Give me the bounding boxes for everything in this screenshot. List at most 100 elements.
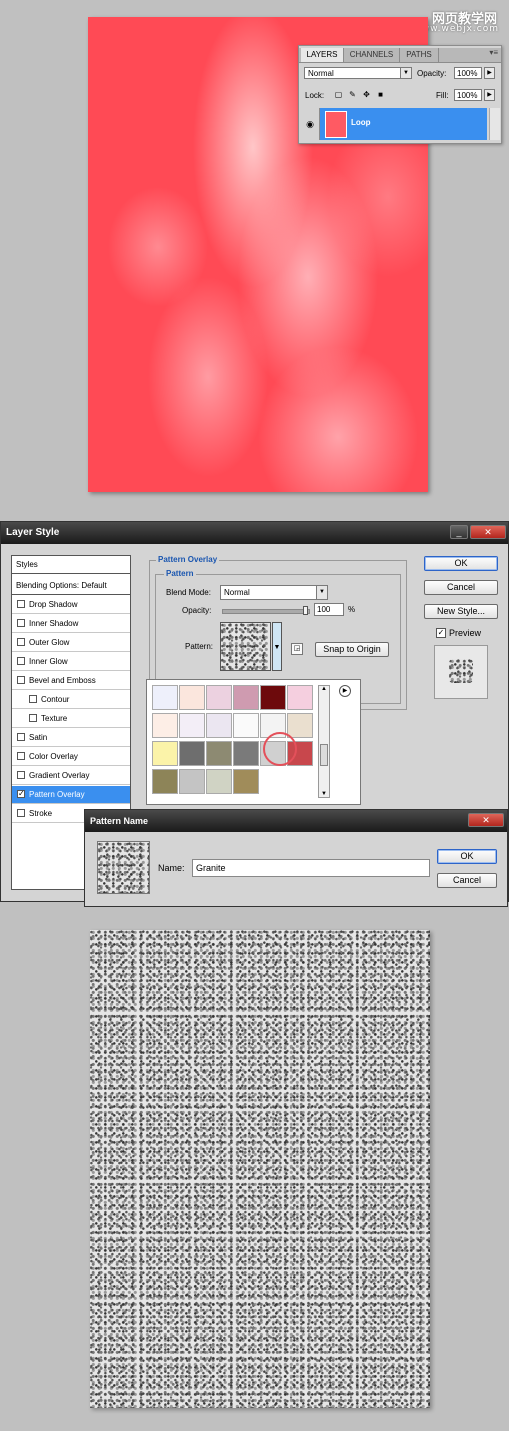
effect-checkbox[interactable] — [17, 733, 25, 741]
effect-checkbox[interactable] — [17, 619, 25, 627]
style-item-texture[interactable]: Texture — [12, 710, 130, 728]
scroll-up-icon[interactable]: ▲ — [319, 686, 329, 692]
pattern-swatch[interactable] — [152, 741, 178, 766]
tab-channels[interactable]: CHANNELS — [344, 48, 400, 62]
effect-label: Drop Shadow — [29, 600, 78, 609]
minimize-icon[interactable]: _ — [450, 525, 468, 539]
effect-label: Bevel and Emboss — [29, 676, 96, 685]
effect-checkbox[interactable] — [29, 714, 37, 722]
pattern-thumbnail — [97, 841, 150, 894]
style-item-satin[interactable]: Satin — [12, 729, 130, 747]
pattern-swatch[interactable] — [233, 769, 259, 794]
pattern-swatch[interactable] — [152, 713, 178, 738]
pattern-swatch[interactable] — [206, 685, 232, 710]
blend-mode-dropdown-value: Normal — [224, 588, 250, 597]
layer-row[interactable]: ◉ Loop — [301, 108, 487, 140]
effect-checkbox[interactable] — [17, 657, 25, 665]
layer-thumbnail — [325, 111, 347, 138]
preview-checkbox[interactable]: ✓ — [436, 628, 446, 638]
lock-position-icon[interactable]: ✥ — [362, 90, 371, 99]
selection-highlight-circle — [263, 732, 297, 766]
pattern-swatch[interactable] — [179, 685, 205, 710]
pattern-swatch[interactable] — [179, 741, 205, 766]
chevron-down-icon: ▼ — [316, 586, 327, 599]
pattern-swatch[interactable] — [206, 769, 232, 794]
opacity-flyout-button[interactable]: ▶ — [484, 67, 495, 79]
picker-scrollbar[interactable]: ▲ ▼ — [318, 685, 330, 798]
close-icon[interactable]: ✕ — [470, 525, 506, 539]
style-item-pattern-overlay[interactable]: ✓ Pattern Overlay — [12, 786, 130, 804]
effect-checkbox[interactable] — [17, 676, 25, 684]
pattern-name-input[interactable]: Granite — [192, 859, 430, 877]
pattern-swatch[interactable] — [206, 741, 232, 766]
style-item-drop-shadow[interactable]: Drop Shadow — [12, 596, 130, 614]
pattern-swatch[interactable] — [206, 713, 232, 738]
new-preset-icon[interactable]: ◲ — [291, 643, 303, 655]
close-icon[interactable]: ✕ — [468, 813, 504, 827]
eye-icon[interactable]: ◉ — [301, 108, 320, 140]
style-item-gradient-overlay[interactable]: Gradient Overlay — [12, 767, 130, 785]
new-style-button[interactable]: New Style... — [424, 604, 498, 619]
scroll-down-icon[interactable]: ▼ — [319, 791, 329, 797]
opacity-value-field[interactable]: 100 — [314, 603, 344, 616]
pattern-swatch[interactable] — [233, 713, 259, 738]
lock-image-icon[interactable]: ✎ — [348, 90, 357, 99]
opacity-field[interactable]: 100% — [454, 67, 482, 79]
blend-mode-dropdown[interactable]: Normal ▼ — [220, 585, 328, 600]
style-item-outer-glow[interactable]: Outer Glow — [12, 634, 130, 652]
opacity-slider-thumb[interactable] — [303, 606, 308, 615]
pattern-swatch[interactable] — [260, 685, 286, 710]
effect-checkbox[interactable] — [29, 695, 37, 703]
pattern-swatch[interactable] — [233, 741, 259, 766]
pattern-swatch[interactable] — [152, 769, 178, 794]
style-preview-thumbnail — [434, 645, 488, 699]
pattern-swatch[interactable] — [179, 713, 205, 738]
section-title: Pattern Overlay — [156, 555, 220, 564]
pattern-swatch[interactable] — [179, 769, 205, 794]
style-item-color-overlay[interactable]: Color Overlay — [12, 748, 130, 766]
effect-checkbox[interactable] — [17, 752, 25, 760]
pattern-dropdown-arrow-icon[interactable]: ▼ — [272, 622, 282, 671]
lock-all-icon[interactable]: ■ — [376, 90, 385, 99]
opacity-slider-track[interactable] — [222, 606, 310, 615]
pattern-swatch[interactable] — [233, 685, 259, 710]
effect-checkbox[interactable]: ✓ — [17, 790, 25, 798]
effect-checkbox[interactable] — [17, 809, 25, 817]
pattern-swatch[interactable] — [152, 685, 178, 710]
style-item-bevel-and-emboss[interactable]: Bevel and Emboss — [12, 672, 130, 690]
lock-transparent-icon[interactable]: ▢ — [334, 90, 343, 99]
style-preview-sample — [449, 659, 473, 683]
effect-checkbox[interactable] — [17, 771, 25, 779]
dialog-title: Layer Style — [6, 527, 60, 538]
effect-checkbox[interactable] — [17, 638, 25, 646]
pattern-swatch[interactable] — [287, 713, 313, 738]
layers-scrollbar[interactable] — [489, 108, 500, 140]
fill-flyout-button[interactable]: ▶ — [484, 89, 495, 101]
styles-header[interactable]: Styles — [12, 556, 130, 574]
pattern-swatch[interactable] — [287, 685, 313, 710]
pattern-name-dialog: Pattern Name ✕ Name: Granite OK Cancel — [84, 809, 508, 907]
blending-options-item[interactable]: Blending Options: Default — [12, 577, 130, 595]
scroll-thumb[interactable] — [320, 744, 328, 766]
effect-label: Texture — [41, 714, 68, 723]
panel-menu-icon[interactable]: ▾≡ — [489, 48, 498, 57]
blend-mode-value: Normal — [308, 69, 334, 78]
pattern-preview-swatch[interactable] — [220, 622, 271, 671]
effect-label: Color Overlay — [29, 752, 78, 761]
ok-button[interactable]: OK — [437, 849, 497, 864]
blend-mode-select[interactable]: Normal ▼ — [304, 67, 412, 79]
tab-paths[interactable]: PATHS — [400, 48, 439, 62]
fill-field[interactable]: 100% — [454, 89, 482, 101]
style-item-contour[interactable]: Contour — [12, 691, 130, 709]
picker-menu-icon[interactable]: ▶ — [339, 685, 351, 697]
effect-label: Inner Shadow — [29, 619, 79, 628]
layer-name: Loop — [351, 118, 371, 127]
style-item-inner-glow[interactable]: Inner Glow — [12, 653, 130, 671]
tab-layers[interactable]: LAYERS — [301, 48, 344, 62]
effect-checkbox[interactable] — [17, 600, 25, 608]
cancel-button[interactable]: Cancel — [424, 580, 498, 595]
style-item-inner-shadow[interactable]: Inner Shadow — [12, 615, 130, 633]
snap-to-origin-button[interactable]: Snap to Origin — [315, 642, 389, 657]
ok-button[interactable]: OK — [424, 556, 498, 571]
cancel-button[interactable]: Cancel — [437, 873, 497, 888]
